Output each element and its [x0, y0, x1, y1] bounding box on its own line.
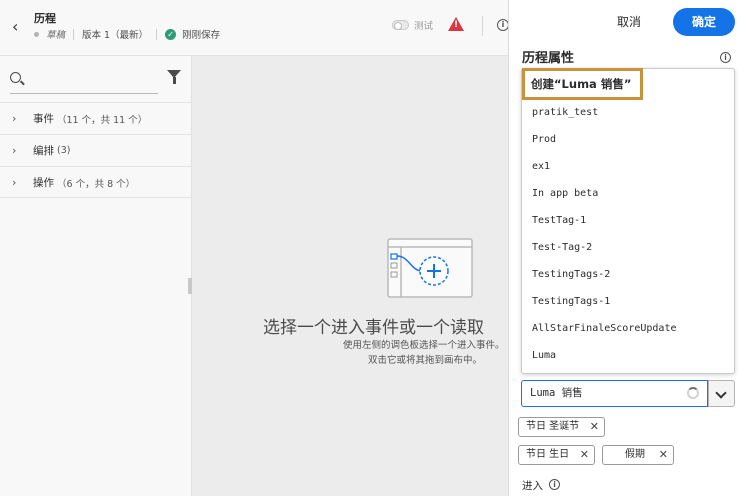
dropdown-option[interactable]: Luma [532, 350, 556, 361]
tree-item-count: （11 个，共 11 个） [57, 114, 148, 126]
status-draft: 草稿 [46, 30, 66, 41]
test-label: 测试 [414, 21, 434, 32]
search-input[interactable] [10, 66, 158, 94]
dropdown-option[interactable]: TestTag-1 [532, 215, 586, 226]
tree-item-label: 操作 [33, 177, 54, 189]
confirm-button[interactable]: 确定 [673, 8, 735, 36]
tag-chip: 假期 ✕ [602, 445, 674, 465]
empty-state-hint: 使用左侧的调色板选择一个进入事件。 [343, 340, 505, 351]
tag-chip: 节日 生日 ✕ [518, 445, 595, 465]
back-chevron-icon[interactable]: ‹ [12, 16, 30, 38]
tree-item-count: (3) [57, 145, 71, 156]
canvas-illustration-icon [387, 238, 473, 298]
divider [482, 16, 483, 36]
chevron-right-icon: › [12, 144, 17, 157]
tree-item-count: （6 个，共 8 个） [57, 178, 136, 190]
palette-panel: › 事件 （11 个，共 11 个） › 编排 (3) › 操作 （6 个，共 … [0, 56, 192, 496]
tag-dropdown-menu: pratik_test Prod ex1 In app beta TestTag… [521, 68, 735, 374]
journey-meta: 草稿 版本 1（最新） ✓ 刚刚保存 [34, 27, 220, 41]
info-icon[interactable]: i [549, 479, 560, 490]
filter-icon[interactable] [167, 70, 181, 84]
info-icon[interactable]: i [720, 52, 731, 63]
empty-state-hint: 双击它或将其拖到画布中。 [368, 355, 483, 366]
dropdown-option[interactable]: In app beta [532, 188, 598, 199]
dropdown-option[interactable]: Prod [532, 134, 556, 145]
cancel-button[interactable]: 取消 [604, 10, 654, 34]
tag-label: 节日 生日 [526, 449, 570, 460]
saved-status: 刚刚保存 [182, 30, 221, 41]
section-title: 历程属性 [522, 51, 575, 66]
tree-item-actions[interactable]: › 操作 （6 个，共 8 个） [0, 166, 192, 198]
tag-label: 假期 [625, 449, 645, 460]
entry-label: 进入 [522, 480, 543, 492]
tag-label: 节日 圣诞节 [526, 421, 580, 432]
dropdown-option[interactable]: AllStarFinaleScoreUpdate [532, 323, 677, 334]
check-circle-icon: ✓ [165, 28, 177, 40]
tree-item-events[interactable]: › 事件 （11 个，共 11 个） [0, 102, 192, 134]
journey-header: ‹ 历程 草稿 版本 1（最新） ✓ 刚刚保存 测试 ! i [0, 0, 509, 56]
close-icon[interactable]: ✕ [590, 418, 599, 436]
journey-title: 历程 [34, 12, 56, 25]
dropdown-option[interactable]: ex1 [532, 161, 550, 172]
dropdown-option[interactable]: TestingTags-1 [532, 296, 610, 307]
chevron-down-icon[interactable] [708, 380, 735, 407]
test-toggle[interactable]: 测试 [392, 18, 433, 32]
create-tag-option[interactable]: 创建“Luma 销售” [522, 68, 643, 100]
divider [0, 197, 192, 198]
close-icon[interactable]: ✕ [580, 446, 589, 464]
tree-item-orchestration[interactable]: › 编排 (3) [0, 134, 192, 166]
chevron-right-icon: › [12, 112, 17, 125]
tag-combobox-input[interactable]: Luma 销售 [521, 380, 708, 407]
spinner-icon [687, 387, 699, 399]
tag-chip: 节日 圣诞节 ✕ [518, 417, 605, 437]
tree-item-label: 事件 [33, 113, 54, 125]
version-label: 版本 1（最新） [82, 30, 149, 41]
dropdown-option[interactable]: pratik_test [532, 107, 598, 118]
toggle-switch[interactable] [392, 20, 409, 30]
dropdown-option[interactable]: Test-Tag-2 [532, 242, 592, 253]
status-dot-icon [34, 31, 39, 37]
empty-state-title: 选择一个进入事件或一个读取 [263, 318, 484, 338]
chevron-right-icon: › [12, 176, 17, 189]
alert-icon[interactable]: ! [448, 17, 464, 31]
divider [73, 28, 75, 40]
divider [156, 28, 158, 40]
tree-item-label: 编排 [33, 145, 54, 157]
search-icon [10, 72, 21, 83]
dropdown-option[interactable]: TestingTags-2 [532, 269, 610, 280]
close-icon[interactable]: ✕ [659, 446, 668, 464]
